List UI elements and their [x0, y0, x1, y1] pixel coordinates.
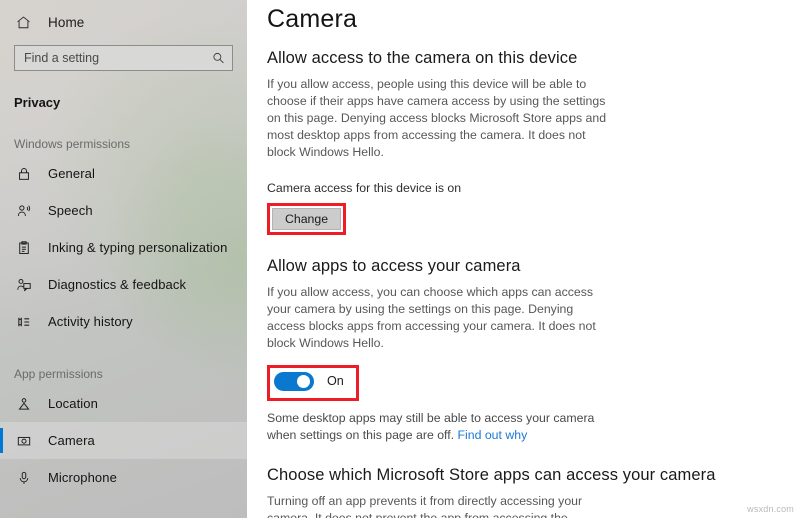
- sidebar-item-general[interactable]: General: [0, 155, 247, 192]
- sidebar-item-home[interactable]: Home: [0, 4, 247, 40]
- sidebar-item-inking-typing[interactable]: Inking & typing personalization: [0, 229, 247, 266]
- speech-person-icon: [14, 201, 33, 220]
- heading-choose-store-apps: Choose which Microsoft Store apps can ac…: [267, 466, 716, 485]
- clipboard-pen-icon: [14, 238, 33, 257]
- page-title: Camera: [267, 5, 358, 33]
- search-icon: [212, 52, 225, 65]
- body-choose-store-apps: Turning off an app prevents it from dire…: [267, 494, 583, 518]
- sidebar-item-label: Inking & typing personalization: [48, 240, 228, 255]
- sidebar-section-title: Privacy: [14, 95, 61, 110]
- home-label: Home: [48, 14, 85, 30]
- microphone-icon: [14, 468, 33, 487]
- find-out-why-link[interactable]: Find out why: [458, 428, 528, 442]
- desktop-apps-note: Some desktop apps may still be able to a…: [267, 410, 607, 444]
- sidebar-item-label: Speech: [48, 203, 93, 218]
- body-allow-apps-access: If you allow access, you can choose whic…: [267, 285, 596, 350]
- search-box[interactable]: [14, 45, 233, 71]
- content-pane: Camera Allow access to the camera on thi…: [247, 0, 800, 518]
- toggle-state-label: On: [327, 374, 344, 389]
- sidebar-item-activity-history[interactable]: Activity history: [0, 303, 247, 340]
- toggle-knob: [297, 374, 310, 388]
- camera-access-status: Camera access for this device is on: [267, 180, 462, 195]
- search-input[interactable]: [15, 46, 232, 70]
- sidebar-item-label: Diagnostics & feedback: [48, 277, 187, 292]
- sidebar-item-microphone[interactable]: Microphone: [0, 459, 247, 496]
- camera-toggle-row[interactable]: On: [272, 370, 354, 393]
- sidebar-item-diagnostics-feedback[interactable]: Diagnostics & feedback: [0, 266, 247, 303]
- settings-window: Home Privacy Windows permissions General: [0, 0, 800, 518]
- sidebar-item-label: Microphone: [48, 470, 117, 485]
- camera-toggle-annotation: On: [267, 364, 359, 401]
- sidebar-item-label: Activity history: [48, 314, 133, 329]
- desktop-apps-note-text: Some desktop apps may still be able to a…: [267, 410, 595, 443]
- location-pin-icon: [14, 394, 33, 413]
- sidebar-item-label: Camera: [48, 433, 95, 448]
- heading-allow-device-access: Allow access to the camera on this devic…: [267, 49, 578, 67]
- sidebar-group-label-windows-permissions: Windows permissions: [14, 137, 131, 151]
- home-icon: [14, 13, 32, 31]
- change-button[interactable]: Change: [272, 207, 342, 230]
- sidebar-item-location[interactable]: Location: [0, 385, 247, 422]
- body-allow-device-access: If you allow access, people using this d…: [267, 77, 607, 159]
- activity-history-icon: [14, 312, 33, 331]
- sidebar-item-camera[interactable]: Camera: [0, 422, 247, 459]
- heading-allow-apps-access: Allow apps to access your camera: [267, 256, 521, 275]
- watermark: wsxdn.com: [747, 504, 794, 514]
- sidebar-item-label: Location: [48, 396, 98, 411]
- person-feedback-icon: [14, 275, 33, 294]
- lock-icon: [14, 164, 33, 183]
- camera-icon: [14, 431, 33, 450]
- sidebar-item-speech[interactable]: Speech: [0, 192, 247, 229]
- change-button-annotation: Change: [267, 202, 347, 235]
- sidebar-item-label: General: [48, 166, 95, 181]
- sidebar-group-label-app-permissions: App permissions: [14, 367, 103, 381]
- camera-access-toggle[interactable]: [274, 371, 314, 391]
- sidebar: Home Privacy Windows permissions General: [0, 0, 247, 518]
